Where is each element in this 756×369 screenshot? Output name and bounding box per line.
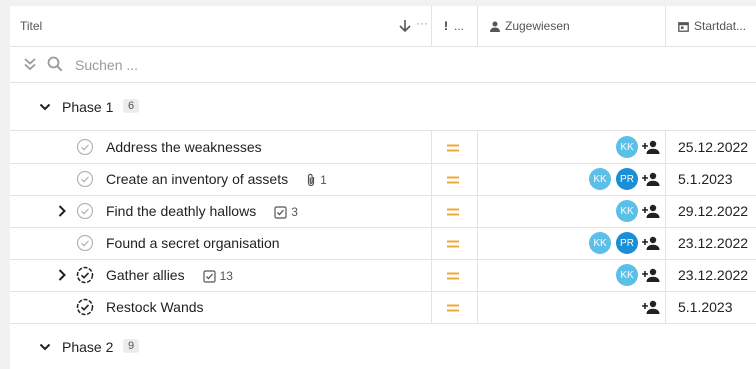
priority-medium-icon[interactable] bbox=[447, 269, 459, 281]
add-assignee-icon[interactable] bbox=[642, 202, 660, 220]
add-assignee-icon[interactable] bbox=[642, 234, 660, 252]
group-header-phase-2[interactable]: Phase 2 9 bbox=[10, 323, 756, 369]
priority-medium-icon[interactable] bbox=[447, 173, 459, 185]
search-row bbox=[10, 47, 756, 83]
task-list: Address the weaknesses KK 25.12.2022 Create… bbox=[10, 131, 756, 324]
group-count-badge: 6 bbox=[123, 99, 140, 113]
add-assignee-icon[interactable] bbox=[642, 298, 660, 316]
start-column-header[interactable]: Startdat... bbox=[665, 6, 756, 46]
avatar[interactable]: KK bbox=[616, 264, 638, 286]
task-title[interactable]: Find the deathly hallows 3 bbox=[106, 195, 298, 227]
add-assignee-icon[interactable] bbox=[642, 170, 660, 188]
column-menu-icon[interactable]: ··· bbox=[416, 16, 428, 30]
task-title[interactable]: Create an inventory of assets 1 bbox=[106, 163, 327, 195]
table-row[interactable]: Address the weaknesses KK 25.12.2022 bbox=[10, 131, 756, 164]
table-row[interactable]: Found a secret organisation KK PR 23.12.202… bbox=[10, 227, 756, 260]
title-column-header[interactable]: Titel ··· bbox=[20, 6, 430, 46]
paperclip-icon bbox=[306, 173, 316, 187]
group-title: Phase 1 bbox=[62, 99, 114, 115]
start-column-label: Startdat... bbox=[694, 19, 747, 33]
table-row[interactable]: Find the deathly hallows 3 KK 29.12.2022 bbox=[10, 195, 756, 228]
priority-medium-icon[interactable] bbox=[447, 205, 459, 217]
group-header-phase-1[interactable]: Phase 1 6 bbox=[10, 83, 756, 131]
task-title-text: Address the weaknesses bbox=[106, 139, 262, 155]
search-input[interactable] bbox=[73, 56, 377, 74]
add-assignee-icon[interactable] bbox=[642, 138, 660, 156]
avatar[interactable]: KK bbox=[589, 168, 611, 190]
task-status-icon[interactable] bbox=[76, 170, 94, 188]
task-status-icon[interactable] bbox=[76, 202, 94, 220]
start-date[interactable]: 23.12.2022 bbox=[678, 259, 748, 291]
avatar[interactable]: KK bbox=[589, 232, 611, 254]
table-row[interactable]: Restock Wands 5.1.2023 bbox=[10, 291, 756, 324]
start-date[interactable]: 25.12.2022 bbox=[678, 131, 748, 163]
assigned-column-header[interactable]: Zugewiesen bbox=[477, 6, 665, 46]
avatar[interactable]: PR bbox=[616, 168, 638, 190]
priority-medium-icon[interactable] bbox=[447, 237, 459, 249]
task-meta: 1 bbox=[306, 164, 327, 196]
start-date[interactable]: 29.12.2022 bbox=[678, 195, 748, 227]
person-icon bbox=[490, 21, 500, 32]
task-meta-count: 3 bbox=[291, 205, 298, 220]
title-column-label: Titel bbox=[20, 19, 43, 33]
group-title: Phase 2 bbox=[62, 339, 114, 355]
collapse-all-icon[interactable] bbox=[23, 57, 37, 76]
task-title-text: Restock Wands bbox=[106, 299, 204, 315]
avatar[interactable]: KK bbox=[616, 136, 638, 158]
chevron-down-icon[interactable] bbox=[38, 340, 52, 359]
assigned-column-label: Zugewiesen bbox=[505, 19, 570, 33]
task-title[interactable]: Gather allies 13 bbox=[106, 259, 233, 291]
task-title[interactable]: Found a secret organisation bbox=[106, 227, 280, 259]
start-date[interactable]: 5.1.2023 bbox=[678, 163, 733, 195]
group-count-badge: 9 bbox=[123, 339, 140, 353]
task-title-text: Found a secret organisation bbox=[106, 235, 280, 251]
avatar[interactable]: KK bbox=[616, 200, 638, 222]
avatar[interactable]: PR bbox=[616, 232, 638, 254]
table-row[interactable]: Create an inventory of assets 1 KK PR 5.1.20… bbox=[10, 163, 756, 196]
task-title[interactable]: Restock Wands bbox=[106, 291, 204, 323]
task-table: Titel ··· ! ... Zugewiesen Startdat... S… bbox=[10, 6, 756, 369]
task-status-icon[interactable] bbox=[76, 138, 94, 156]
checklist-icon bbox=[274, 206, 287, 219]
priority-column-label: ! bbox=[444, 19, 448, 33]
task-title-text: Create an inventory of assets bbox=[106, 171, 289, 187]
task-meta-count: 13 bbox=[219, 269, 233, 284]
task-title[interactable]: Address the weaknesses bbox=[106, 131, 262, 163]
task-meta: 3 bbox=[274, 196, 298, 228]
table-row[interactable]: Gather allies 13 KK 23.12.2022 bbox=[10, 259, 756, 292]
chevron-right-icon[interactable] bbox=[54, 267, 70, 283]
table-header: Titel ··· ! ... Zugewiesen Startdat... bbox=[10, 6, 756, 47]
task-status-icon[interactable] bbox=[76, 298, 94, 316]
task-title-text: Gather allies bbox=[106, 267, 185, 283]
task-meta: 13 bbox=[202, 260, 233, 292]
priority-medium-icon[interactable] bbox=[447, 301, 459, 313]
checklist-icon bbox=[202, 270, 216, 283]
sort-desc-icon[interactable] bbox=[398, 18, 412, 39]
chevron-right-icon[interactable] bbox=[54, 203, 70, 219]
task-meta-count: 1 bbox=[320, 173, 327, 188]
start-date[interactable]: 23.12.2022 bbox=[678, 227, 748, 259]
add-assignee-icon[interactable] bbox=[642, 266, 660, 284]
task-title-text: Find the deathly hallows bbox=[106, 203, 257, 219]
task-status-icon[interactable] bbox=[76, 266, 94, 284]
chevron-down-icon[interactable] bbox=[38, 100, 52, 119]
calendar-icon bbox=[678, 21, 689, 32]
priority-column-more: ... bbox=[454, 19, 465, 33]
start-date[interactable]: 5.1.2023 bbox=[678, 291, 733, 323]
search-icon bbox=[47, 56, 63, 77]
priority-column-header[interactable]: ! ... bbox=[431, 6, 477, 46]
task-status-icon[interactable] bbox=[76, 234, 94, 252]
priority-medium-icon[interactable] bbox=[447, 141, 459, 153]
